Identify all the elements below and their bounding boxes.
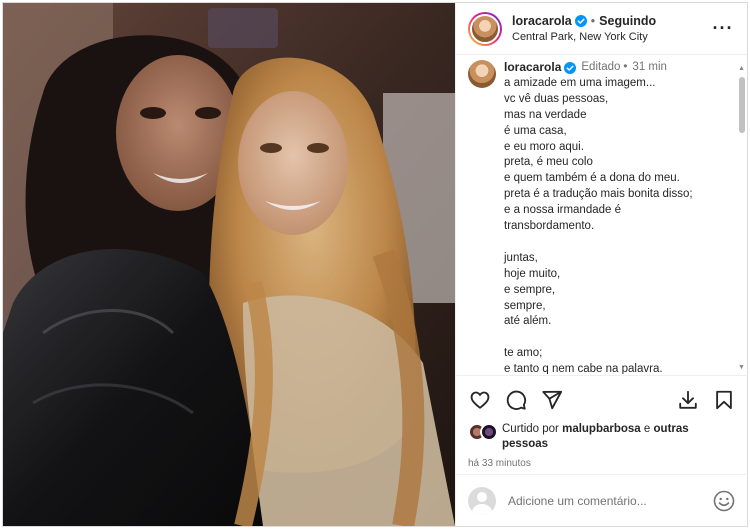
- comment-bar: [456, 474, 748, 526]
- send-icon[interactable]: [540, 388, 564, 412]
- post-timestamp[interactable]: há 33 minutos: [468, 458, 736, 469]
- caption-line: preta é a tradução mais bonita disso;: [504, 188, 693, 201]
- caption-line: vc vê duas pessoas,: [504, 92, 609, 105]
- liker-avatar[interactable]: [480, 423, 498, 441]
- download-icon[interactable]: [676, 388, 700, 412]
- caption-line: transbordamento.: [504, 220, 595, 233]
- liker-avatars[interactable]: [468, 423, 502, 441]
- heart-icon[interactable]: [468, 388, 492, 412]
- comment-icon[interactable]: [504, 388, 528, 412]
- caption-line: até além.: [504, 315, 552, 328]
- caption-line: [504, 235, 693, 251]
- scroll-thumb[interactable]: [739, 77, 745, 133]
- caption-avatar[interactable]: [468, 60, 496, 88]
- caption: loracarola Editado • 31 min a amizade em…: [456, 56, 748, 374]
- comment-input[interactable]: [508, 493, 712, 508]
- caption-line: é uma casa,: [504, 124, 567, 137]
- caption-line: juntas,: [504, 251, 538, 264]
- post-photo[interactable]: [3, 3, 455, 526]
- more-options-icon[interactable]: ···: [711, 17, 735, 41]
- verified-badge-icon: [574, 14, 587, 27]
- caption-line: sempre,: [504, 299, 546, 312]
- caption-line: te amo;: [504, 347, 543, 360]
- post-actions: Curtido por malupbarbosa e outras pessoa…: [456, 375, 748, 469]
- caption-line: e sempre,: [504, 283, 556, 296]
- caption-line: preta, é meu colo: [504, 156, 593, 169]
- caption-line: e tanto q nem cabe na palavra.: [504, 363, 663, 374]
- user-avatar-icon: [468, 486, 496, 515]
- following-button[interactable]: Seguindo: [599, 13, 656, 29]
- smiley-icon[interactable]: [712, 489, 736, 513]
- post-location[interactable]: Central Park, New York City: [512, 29, 711, 45]
- verified-badge-icon: [564, 61, 577, 74]
- post-dialog: loracarola • Seguindo Central Park, New …: [2, 2, 748, 527]
- caption-line: hoje muito,: [504, 267, 561, 280]
- post-header: loracarola • Seguindo Central Park, New …: [456, 3, 747, 55]
- caption-line: a amizade em uma imagem...: [504, 76, 656, 89]
- post-side-panel: loracarola • Seguindo Central Park, New …: [455, 3, 748, 526]
- likes-prefix: Curtido por: [502, 423, 559, 435]
- caption-scrollbar[interactable]: ▲ ▼: [738, 65, 745, 371]
- author-info: loracarola • Seguindo Central Park, New …: [512, 13, 711, 45]
- caption-edited-label: Editado: [581, 61, 621, 73]
- caption-line: [504, 330, 693, 346]
- header-separator: •: [590, 13, 596, 28]
- liker-username[interactable]: malupbarbosa: [562, 423, 641, 435]
- author-avatar[interactable]: [468, 11, 502, 46]
- likes-summary: Curtido por malupbarbosa e outras pessoa…: [468, 422, 736, 452]
- photo-image: [3, 3, 455, 526]
- likes-joiner: e: [643, 423, 651, 435]
- scroll-up-arrow-icon[interactable]: ▲: [738, 65, 745, 72]
- likes-text: Curtido por malupbarbosa e outras pessoa…: [502, 422, 736, 452]
- caption-time: 31 min: [632, 61, 667, 73]
- caption-username[interactable]: loracarola: [504, 60, 561, 76]
- caption-line: e quem também é a dona do meu.: [504, 172, 680, 185]
- caption-scroll-area[interactable]: loracarola Editado • 31 min a amizade em…: [456, 56, 748, 374]
- author-username[interactable]: loracarola: [512, 13, 572, 29]
- caption-line: e eu moro aqui.: [504, 140, 584, 153]
- caption-line: mas na verdade: [504, 108, 587, 121]
- bookmark-icon[interactable]: [712, 388, 736, 412]
- caption-line: e a nossa irmandade é: [504, 204, 621, 217]
- scroll-down-arrow-icon[interactable]: ▼: [738, 364, 745, 371]
- caption-separator: •: [623, 61, 628, 73]
